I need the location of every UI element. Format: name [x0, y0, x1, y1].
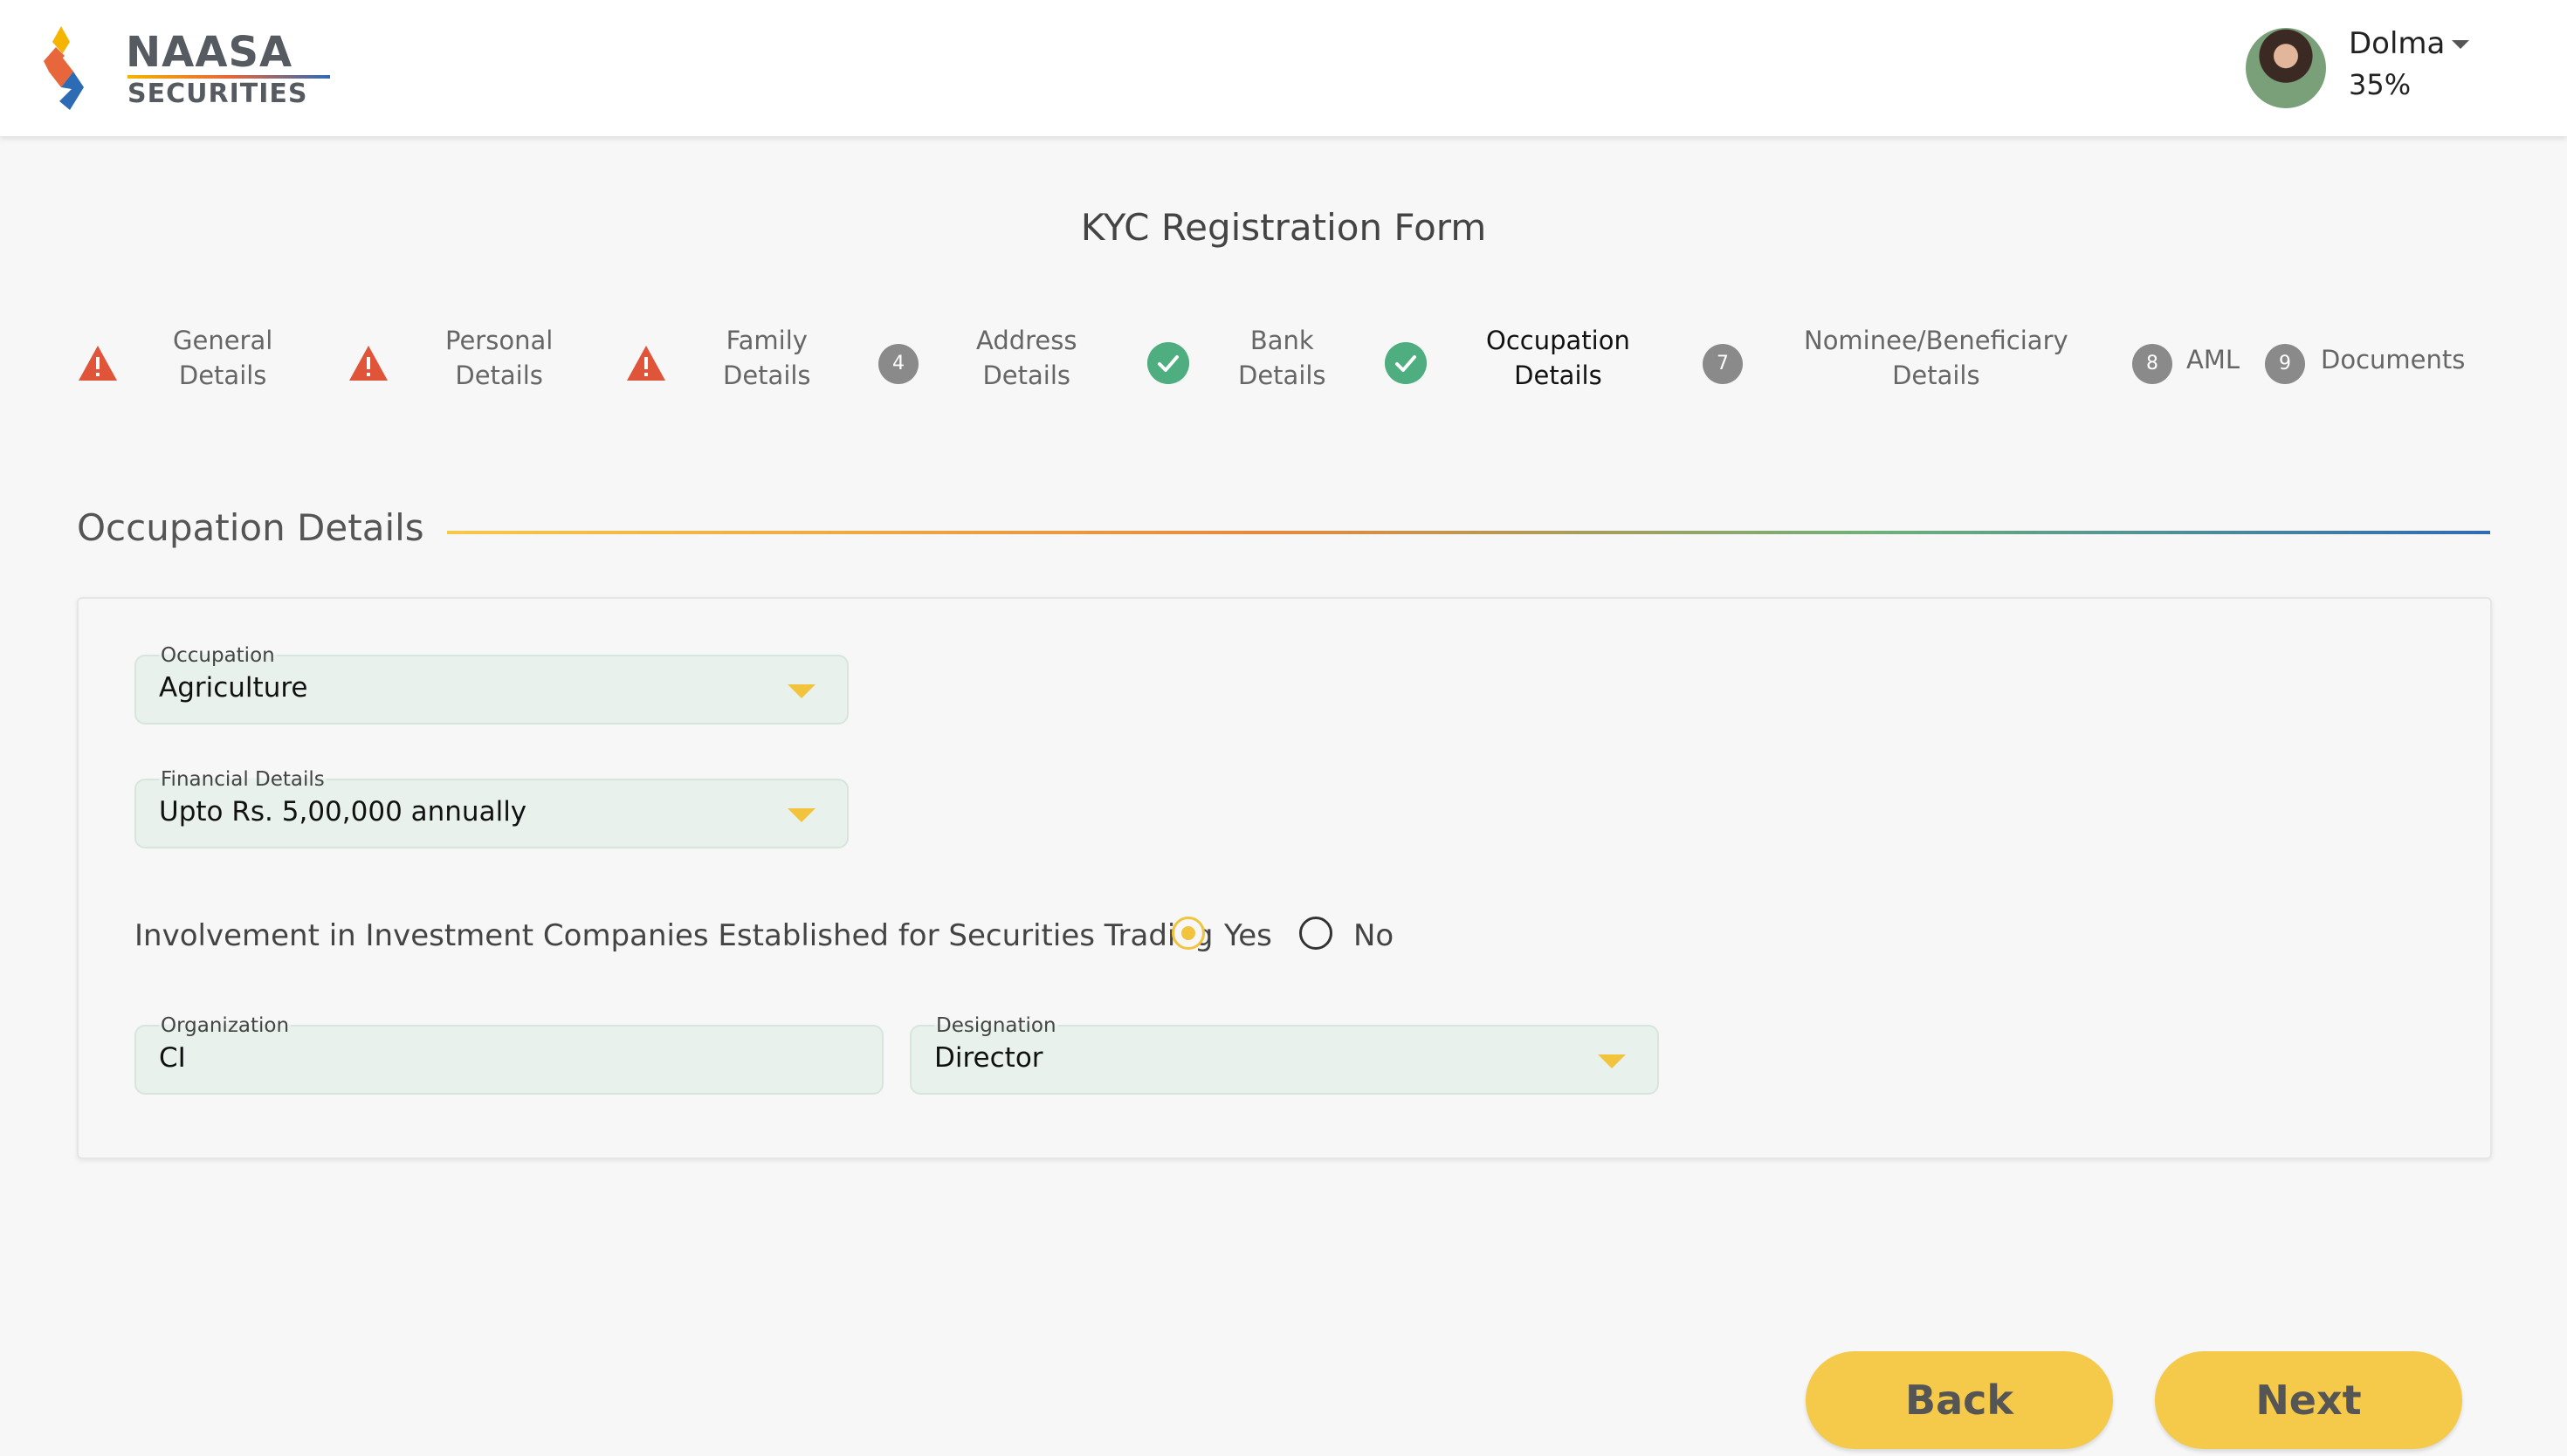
radio-yes[interactable]	[1172, 917, 1205, 950]
logo-title: NAASA	[126, 28, 293, 77]
warning-icon	[79, 346, 117, 381]
user-progress: 35%	[2349, 68, 2412, 101]
step-number-badge: 8	[2132, 344, 2172, 384]
involvement-question: Involvement in Investment Companies Esta…	[134, 918, 1214, 953]
naasa-logo-mark-icon	[44, 26, 84, 110]
caret-down-icon[interactable]	[2452, 40, 2469, 49]
chevron-down-icon[interactable]	[788, 684, 816, 698]
step-number-badge: 7	[1703, 344, 1743, 384]
avatar[interactable]	[2246, 28, 2326, 108]
occupation-form-card: Occupation Agriculture Financial Details…	[77, 597, 2492, 1159]
step-family-details[interactable]: Family Details	[625, 323, 817, 402]
field-label: Organization	[159, 1014, 292, 1037]
step-aml[interactable]: 8 AML	[2132, 323, 2246, 402]
radio-no[interactable]	[1299, 917, 1332, 950]
step-nominee-beneficiary-details[interactable]: 7 Nominee/Beneficiary Details	[1703, 323, 2069, 402]
chevron-down-icon[interactable]	[1598, 1054, 1626, 1068]
naasa-logo[interactable]: NAASA SECURITIES	[44, 26, 330, 113]
kyc-stepper: General Details Personal Details Family Det…	[0, 323, 2567, 402]
step-address-details[interactable]: 4 Address Details	[878, 323, 1088, 402]
occupation-select[interactable]: Occupation Agriculture	[134, 644, 849, 725]
check-icon	[1385, 342, 1427, 384]
field-value: CI	[159, 1042, 186, 1074]
step-label: General Details	[173, 326, 273, 390]
field-value: Agriculture	[159, 672, 308, 704]
step-label-active: Occupation Details	[1486, 326, 1630, 390]
radio-yes-label[interactable]: Yes	[1224, 918, 1272, 953]
step-bank-details[interactable]: Bank Details	[1147, 323, 1339, 402]
radio-no-label[interactable]: No	[1353, 918, 1394, 953]
step-documents[interactable]: 9 Documents	[2265, 323, 2474, 402]
field-value: Director	[934, 1042, 1043, 1074]
field-label: Occupation	[159, 644, 277, 667]
step-label: Documents	[2321, 345, 2466, 374]
user-name[interactable]: Dolma	[2349, 26, 2445, 61]
step-number-badge: 4	[878, 344, 919, 384]
warning-icon	[627, 346, 665, 381]
check-icon	[1147, 342, 1189, 384]
financial-details-select[interactable]: Financial Details Upto Rs. 5,00,000 annu…	[134, 768, 849, 848]
step-personal-details[interactable]: Personal Details	[348, 323, 566, 402]
step-number-badge: 9	[2265, 344, 2305, 384]
step-label: Address Details	[976, 326, 1077, 390]
step-label: Personal Details	[445, 326, 554, 390]
back-button[interactable]: Back	[1806, 1351, 2113, 1449]
logo-subtitle: SECURITIES	[127, 79, 308, 109]
step-label: Nominee/Beneficiary Details	[1804, 326, 2068, 390]
field-label: Designation	[934, 1014, 1058, 1037]
step-label: AML	[2186, 345, 2240, 374]
step-general-details[interactable]: General Details	[77, 323, 295, 402]
chevron-down-icon[interactable]	[788, 808, 816, 822]
step-label: Family Details	[723, 326, 811, 390]
designation-select[interactable]: Designation Director	[910, 1014, 1659, 1095]
step-label: Bank Details	[1238, 326, 1326, 390]
field-value: Upto Rs. 5,00,000 annually	[159, 796, 527, 828]
organization-input[interactable]: Organization CI	[134, 1014, 884, 1095]
top-header: NAASA SECURITIES Dolma 35%	[0, 0, 2567, 136]
warning-icon	[349, 346, 388, 381]
page-title: KYC Registration Form	[1080, 206, 1487, 249]
section-divider	[447, 531, 2490, 534]
next-button[interactable]: Next	[2155, 1351, 2462, 1449]
field-label: Financial Details	[159, 768, 327, 791]
section-title: Occupation Details	[77, 506, 424, 549]
step-occupation-details[interactable]: Occupation Details	[1385, 323, 1647, 402]
